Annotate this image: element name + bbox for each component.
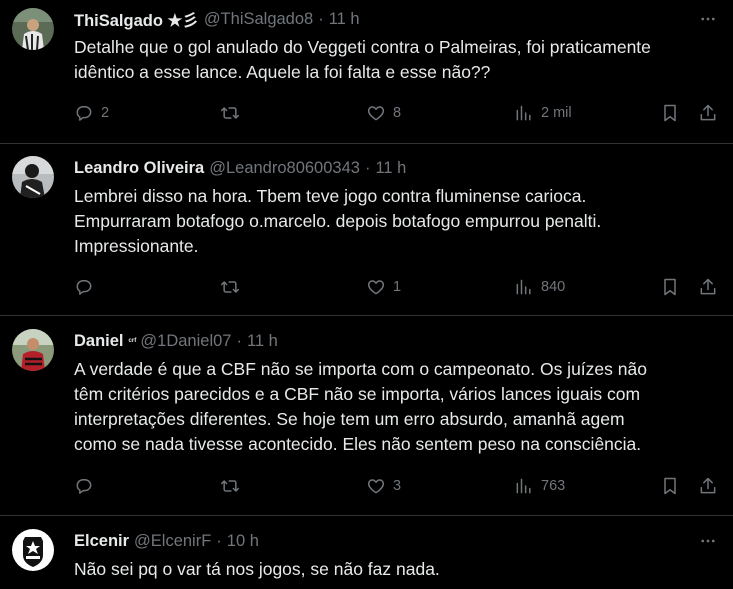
avatar[interactable] [12,529,54,571]
more-icon[interactable] [697,531,719,551]
separator-dot: · [318,9,324,28]
author-name[interactable]: Elcenir [74,532,129,551]
action-bar: 2 8 2 mil [74,101,722,125]
share-icon [700,278,716,295]
like-button[interactable]: 3 [366,474,401,498]
tweet[interactable]: Daniel ᶜʳᶠ @1Daniel07 · 11 h A verdade é… [0,316,733,516]
separator-dot: · [236,331,242,350]
reply-icon [76,106,92,121]
timestamp[interactable]: 10 h [227,532,259,551]
bookmark-icon [664,104,676,122]
retweet-icon [220,281,240,293]
share-button[interactable] [698,474,718,498]
views-button[interactable]: 763 [514,474,565,498]
bookmark-button[interactable] [660,101,680,125]
reply-button[interactable]: 2 [74,101,109,125]
like-count: 1 [393,279,402,295]
author-handle[interactable]: @ThiSalgado8 [204,10,313,29]
avatar[interactable] [12,156,54,198]
retweet-button[interactable] [220,474,247,498]
views-icon [516,105,531,121]
reply-button[interactable] [74,474,101,498]
views-button[interactable]: 840 [514,275,565,299]
action-bar: 3 763 [74,474,722,498]
author-name[interactable]: Daniel [74,332,124,351]
bookmark-button[interactable] [660,275,680,299]
tweet[interactable]: Leandro Oliveira @Leandro80600343 · 11 h… [0,144,733,316]
reply-count: 2 [101,105,110,121]
reply-button[interactable] [74,275,101,299]
timestamp[interactable]: 11 h [329,10,360,29]
tweet-text: Detalhe que o gol anulado do Veggeti con… [74,37,651,82]
share-button[interactable] [698,101,718,125]
heart-icon [367,479,385,494]
views-icon [516,279,531,295]
timestamp[interactable]: 11 h [375,159,406,178]
tweet-text: Lembrei disso na hora. Tbem teve jogo co… [74,186,602,256]
tweet-text: Não sei pq o var tá nos jogos, se não fa… [74,559,440,579]
avatar[interactable] [12,8,54,50]
avatar[interactable] [12,329,54,371]
like-count: 3 [393,478,402,494]
name-badge: ᶜʳᶠ [128,336,137,346]
views-count: 763 [541,478,566,494]
bookmark-icon [664,477,676,495]
tweet[interactable]: ThiSalgado ★彡 @ThiSalgado8 · 11 h Detalh… [0,0,733,144]
heart-icon [367,280,385,295]
action-bar: 1 840 [74,275,722,299]
views-icon [516,478,531,494]
separator-dot: · [216,531,222,550]
more-icon[interactable] [697,9,719,29]
tweet[interactable]: Elcenir @ElcenirF · 10 h Não sei pq o va… [0,516,733,589]
retweet-icon [220,480,240,492]
retweet-button[interactable] [220,275,247,299]
retweet-button[interactable] [220,101,247,125]
timestamp[interactable]: 11 h [247,332,278,351]
views-button[interactable]: 2 mil [514,101,572,125]
author-handle[interactable]: @Leandro80600343 [209,159,360,178]
separator-dot: · [364,158,371,177]
bookmark-button[interactable] [660,474,680,498]
bookmark-icon [664,278,676,296]
reply-icon [76,479,92,494]
like-button[interactable]: 8 [366,101,401,125]
views-count: 840 [541,279,566,295]
tweet-text: A verdade é que a CBF não se importa com… [74,359,647,454]
retweet-icon [220,107,240,119]
share-icon [700,477,716,494]
author-handle[interactable]: @1Daniel07 [140,332,231,351]
like-count: 8 [393,105,402,121]
author-name[interactable]: ThiSalgado ★彡 [74,7,199,31]
like-button[interactable]: 1 [366,275,401,299]
heart-icon [367,106,385,121]
author-name[interactable]: Leandro Oliveira [74,159,204,178]
views-count: 2 mil [541,105,572,121]
share-icon [700,104,716,121]
share-button[interactable] [698,275,718,299]
reply-icon [76,280,92,295]
author-handle[interactable]: @ElcenirF [134,532,211,551]
